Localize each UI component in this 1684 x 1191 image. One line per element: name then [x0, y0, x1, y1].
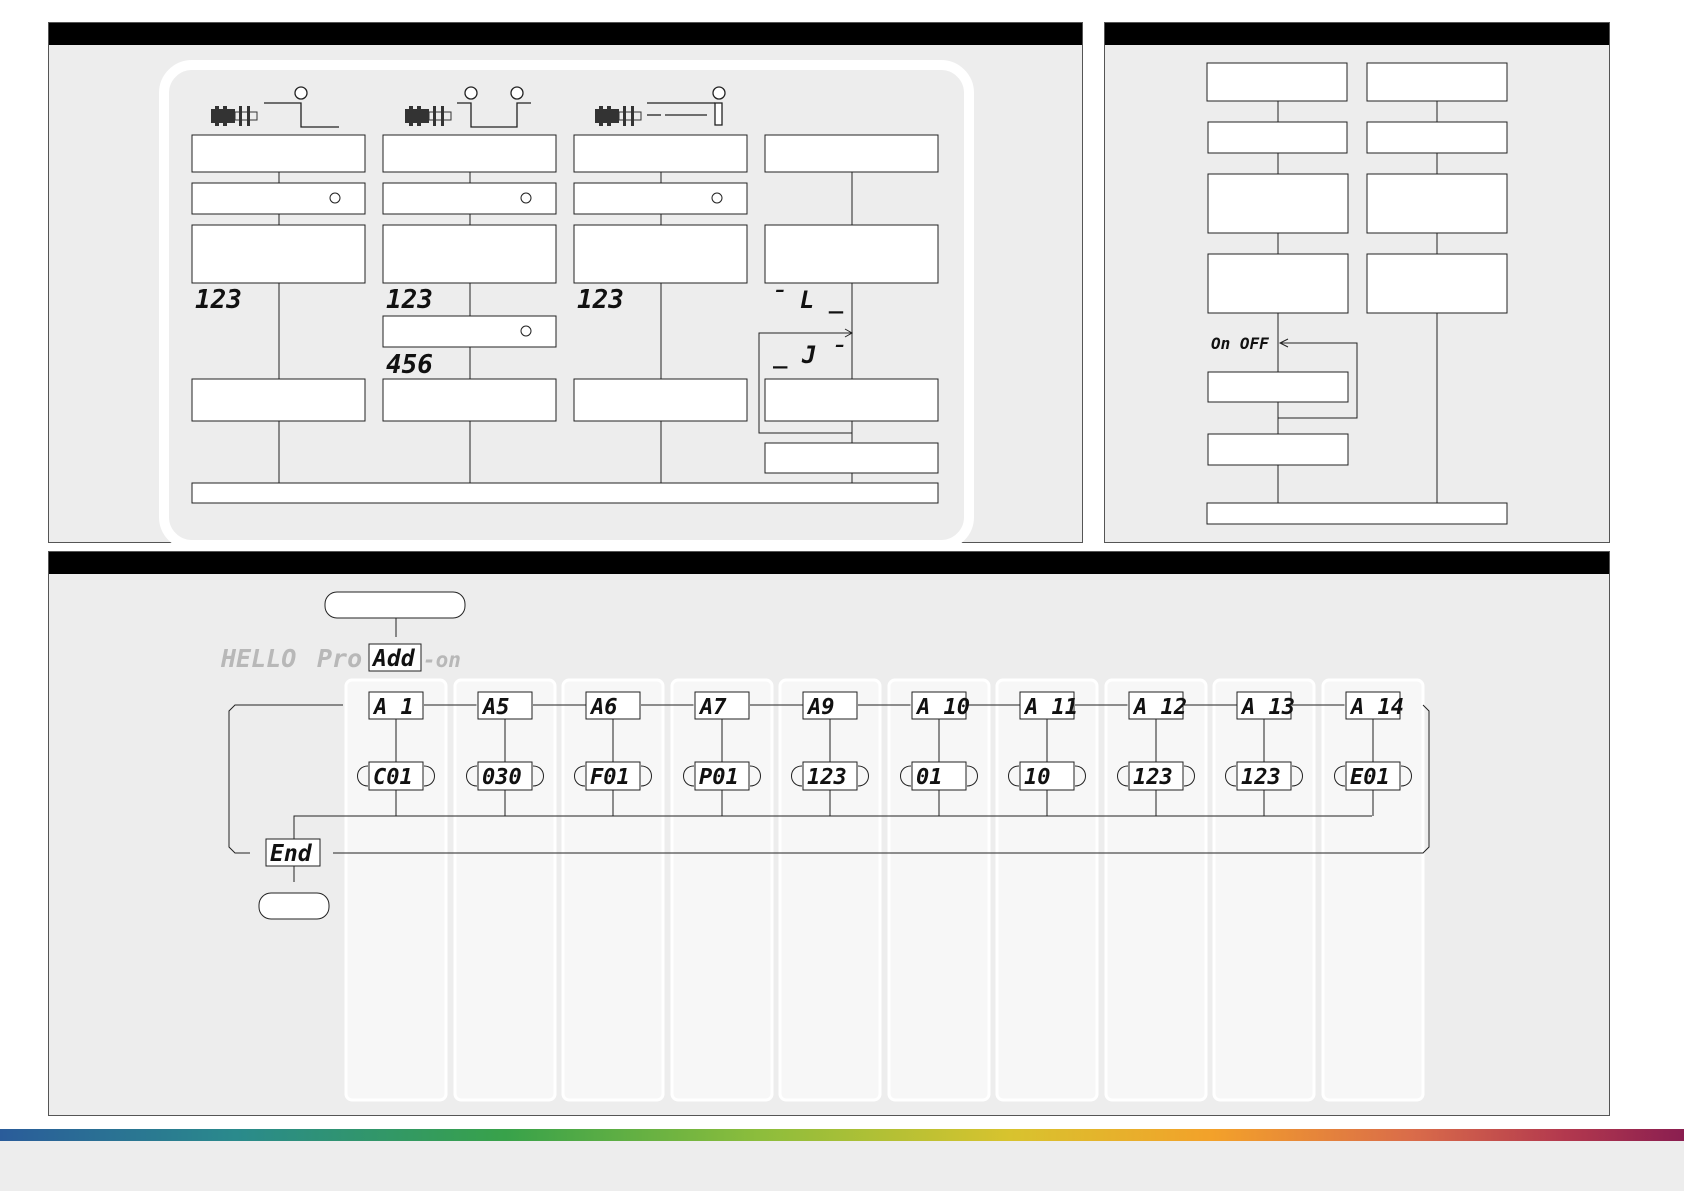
parameter-value: 123: [807, 765, 847, 790]
step-box: [764, 134, 939, 173]
parameter-value: 123: [1241, 765, 1281, 790]
start-pill: [324, 591, 466, 619]
step-box: [382, 378, 557, 422]
step-box: [191, 224, 366, 284]
step-box: [1206, 62, 1348, 102]
output-diagram: On OFF: [1206, 62, 1508, 525]
splash-hello: HELLO: [220, 644, 296, 673]
step-box: [1366, 121, 1508, 154]
display-value: _ J ¯: [773, 341, 845, 369]
step-box: [1366, 173, 1508, 234]
parameter-code: A 12: [1132, 695, 1187, 720]
parameter-code: A5: [481, 695, 510, 720]
splash-add: Add: [371, 646, 416, 672]
end-display: End: [270, 841, 313, 867]
footer: [0, 1141, 1684, 1191]
parameter-value: P01: [699, 765, 739, 790]
result-bar: [1206, 502, 1508, 525]
splash-on: -on: [423, 648, 461, 672]
reflector-curve-icon: [647, 86, 726, 126]
rainbow-bar: [0, 1129, 1684, 1141]
step-box: [573, 134, 748, 173]
step-box: [382, 134, 557, 173]
step-box: [382, 224, 557, 284]
step-box: [1207, 121, 1348, 154]
parameter-value: 123: [1133, 765, 1173, 790]
splash-pro: Pro: [317, 644, 362, 673]
step-box: [573, 378, 748, 422]
display-value: ¯ L _: [771, 286, 844, 314]
display-value: 123: [577, 285, 624, 315]
parameter-value: 030: [482, 765, 522, 790]
step-box: [764, 442, 939, 474]
parameter-code: A 1: [372, 695, 414, 720]
sensor-icon: [211, 106, 258, 126]
display-value: 123: [195, 285, 242, 315]
step-box: [1366, 62, 1508, 102]
parameter-code: A6: [589, 695, 618, 720]
step-box: [1207, 371, 1349, 403]
exit-pill: [258, 892, 330, 920]
on-off-label: On OFF: [1211, 334, 1269, 353]
parameter-code: A 14: [1349, 695, 1404, 720]
output-panel: On OFF: [1104, 22, 1610, 543]
window-curve-icon: [457, 86, 531, 128]
parameter-code: A9: [806, 695, 835, 720]
step-box: [1207, 433, 1349, 466]
step-box: [1207, 253, 1349, 314]
step-box: [191, 378, 366, 422]
step-box: [1366, 253, 1508, 314]
parameter-value: 01: [916, 765, 943, 790]
parameter-code: A 11: [1023, 695, 1078, 720]
parameter-value: 10: [1024, 765, 1051, 790]
step-box: [573, 224, 748, 284]
single-point-curve-icon: [264, 86, 339, 128]
sensor-icon: [595, 106, 642, 126]
parameter-value: F01: [590, 765, 630, 790]
menu-diagram: A 1 C01 A5 030 A6 F01 A7 P01 A9 123 A 10 01 A 11 10 A …: [220, 591, 1430, 1102]
display-value: 456: [386, 350, 433, 380]
menu-panel: A 1 C01 A5 030 A6 F01 A7 P01 A9 123 A 10 01 A 11 10 A …: [48, 551, 1610, 1116]
parameter-value: E01: [1350, 765, 1390, 790]
step-box: [764, 224, 939, 284]
display-value: 123: [386, 285, 433, 315]
sensor-icon: [405, 106, 452, 126]
step-box: [764, 378, 939, 422]
teach-in-panel: 123 123 456 123 ¯ L _ _ J ¯: [48, 22, 1083, 544]
parameter-code: A 13: [1240, 695, 1295, 720]
step-box: [191, 134, 366, 173]
step-box: [1207, 173, 1349, 234]
teach-in-diagram: 123 123 456 123 ¯ L _ _ J ¯: [159, 60, 974, 544]
parameter-code: A 10: [915, 695, 970, 720]
result-bar: [191, 482, 939, 504]
parameter-value: C01: [373, 765, 413, 790]
parameter-code: A7: [698, 695, 727, 720]
